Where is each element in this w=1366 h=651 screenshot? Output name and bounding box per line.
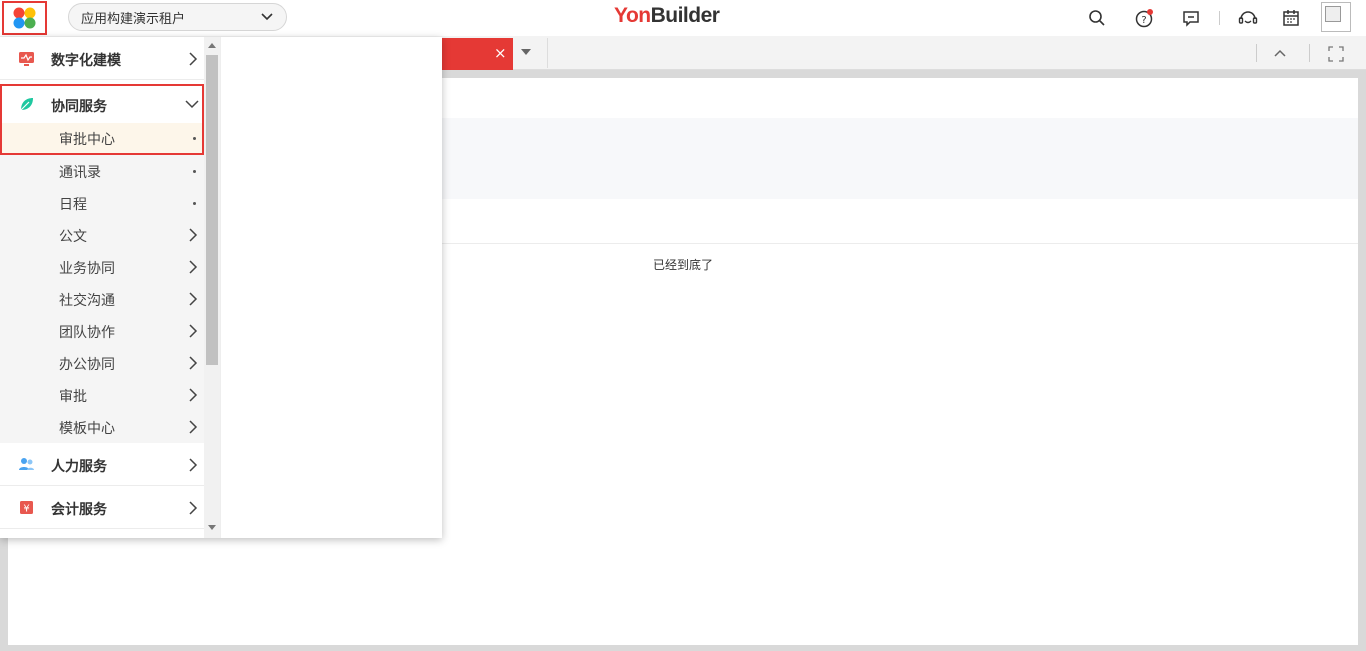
submenu-item-office[interactable]: 办公协同 xyxy=(0,347,204,379)
search-icon xyxy=(1089,10,1105,26)
service-icon xyxy=(1238,11,1258,24)
submenu-item-business-collab[interactable]: 业务协同 xyxy=(0,251,204,283)
yuan-icon: ¥ xyxy=(20,501,33,515)
chevron-down-icon xyxy=(261,13,273,21)
chevron-right-icon xyxy=(189,501,198,515)
menu-category-hr[interactable]: 人力服务 xyxy=(0,443,204,486)
chevron-right-icon xyxy=(189,52,198,66)
submenu-item-label: 审批中心 xyxy=(59,132,115,148)
menu-category-list: 数字化建模 协同服务 审批中心 通讯录 日程 公文 业务协同 社交沟通 团队协作… xyxy=(0,37,204,538)
modeling-icon xyxy=(19,52,34,66)
calendar-button[interactable] xyxy=(1280,7,1302,29)
menu-category-label: 人力服务 xyxy=(51,459,107,475)
app-menu-button[interactable] xyxy=(2,1,47,35)
submenu-item-documents[interactable]: 公文 xyxy=(0,219,204,251)
people-icon xyxy=(19,458,34,470)
collaboration-submenu: 审批中心 通讯录 日程 公文 业务协同 社交沟通 团队协作 办公协同 审批 模板… xyxy=(0,123,204,443)
scroll-down-arrow-icon[interactable] xyxy=(208,525,216,530)
scroll-up-arrow-icon[interactable] xyxy=(208,43,216,48)
submenu-item-label: 团队协作 xyxy=(59,325,115,341)
tenant-name: 应用构建演示租户 xyxy=(81,11,186,27)
help-button[interactable]: ? xyxy=(1133,7,1155,29)
svg-text:?: ? xyxy=(1141,15,1146,26)
submenu-item-label: 模板中心 xyxy=(59,421,115,437)
chevron-right-icon xyxy=(189,228,198,242)
bullet-dot-icon xyxy=(193,137,196,140)
chevron-right-icon xyxy=(189,324,198,338)
end-of-list-text: 已经到底了 xyxy=(653,258,714,272)
message-button[interactable] xyxy=(1180,7,1202,29)
tab-dropdown-icon[interactable] xyxy=(520,47,532,57)
help-icon: ? xyxy=(1135,9,1153,28)
bullet-dot-icon xyxy=(193,202,196,205)
chevron-up-icon[interactable] xyxy=(1272,45,1288,61)
chevron-right-icon xyxy=(189,458,198,472)
svg-text:¥: ¥ xyxy=(23,504,29,515)
tab-divider xyxy=(1256,44,1257,62)
submenu-item-label: 办公协同 xyxy=(59,357,115,373)
menu-category-label: 会计服务 xyxy=(51,502,107,518)
tenant-selector[interactable]: 应用构建演示租户 xyxy=(68,3,287,31)
submenu-item-label: 业务协同 xyxy=(59,261,115,277)
menu-detail-panel xyxy=(220,37,442,538)
submenu-item-approval-center[interactable]: 审批中心 xyxy=(0,123,204,155)
fullscreen-icon[interactable] xyxy=(1327,45,1345,63)
chevron-right-icon xyxy=(189,260,198,274)
message-icon xyxy=(1183,11,1199,27)
search-button[interactable] xyxy=(1086,7,1108,29)
scrollbar-thumb[interactable] xyxy=(206,55,218,365)
chevron-right-icon xyxy=(189,388,198,402)
calendar-icon xyxy=(1283,10,1299,26)
tab-close-button[interactable]: × xyxy=(494,44,507,62)
menu-category-collaboration[interactable]: 协同服务 xyxy=(0,84,204,127)
chevron-right-icon xyxy=(189,292,198,306)
submenu-item-contacts[interactable]: 通讯录 xyxy=(0,155,204,187)
submenu-item-label: 公文 xyxy=(59,229,87,245)
submenu-item-label: 社交沟通 xyxy=(59,293,115,309)
bullet-dot-icon xyxy=(193,170,196,173)
yonbuilder-logo: YonBuilder xyxy=(614,4,720,27)
submenu-item-templates[interactable]: 模板中心 xyxy=(0,411,204,443)
menu-category-modeling[interactable]: 数字化建模 xyxy=(0,37,204,80)
header-divider xyxy=(1219,11,1220,25)
menu-category-label: 协同服务 xyxy=(51,99,107,115)
tab-divider xyxy=(1309,44,1310,62)
chevron-right-icon xyxy=(189,356,198,370)
menu-scrollbar[interactable] xyxy=(204,37,220,538)
service-button[interactable] xyxy=(1237,7,1259,29)
submenu-item-approval[interactable]: 审批 xyxy=(0,379,204,411)
submenu-item-label: 通讯录 xyxy=(59,165,101,181)
tab-divider xyxy=(547,38,548,68)
menu-category-label: 数字化建模 xyxy=(51,53,121,69)
submenu-item-label: 审批 xyxy=(59,389,87,405)
submenu-item-schedule[interactable]: 日程 xyxy=(0,187,204,219)
submenu-item-team[interactable]: 团队协作 xyxy=(0,315,204,347)
chevron-down-icon xyxy=(185,100,199,109)
menu-category-accounting[interactable]: ¥ 会计服务 xyxy=(0,486,204,529)
app-menu-panel: 数字化建模 协同服务 审批中心 通讯录 日程 公文 业务协同 社交沟通 团队协作… xyxy=(0,37,442,538)
app-grid-icon xyxy=(13,7,35,29)
top-header: 应用构建演示租户 YonBuilder ? xyxy=(0,0,1366,36)
submenu-item-label: 日程 xyxy=(59,197,87,213)
leaf-icon xyxy=(20,98,33,111)
user-avatar[interactable] xyxy=(1321,2,1351,32)
chevron-right-icon xyxy=(189,420,198,434)
submenu-item-social[interactable]: 社交沟通 xyxy=(0,283,204,315)
